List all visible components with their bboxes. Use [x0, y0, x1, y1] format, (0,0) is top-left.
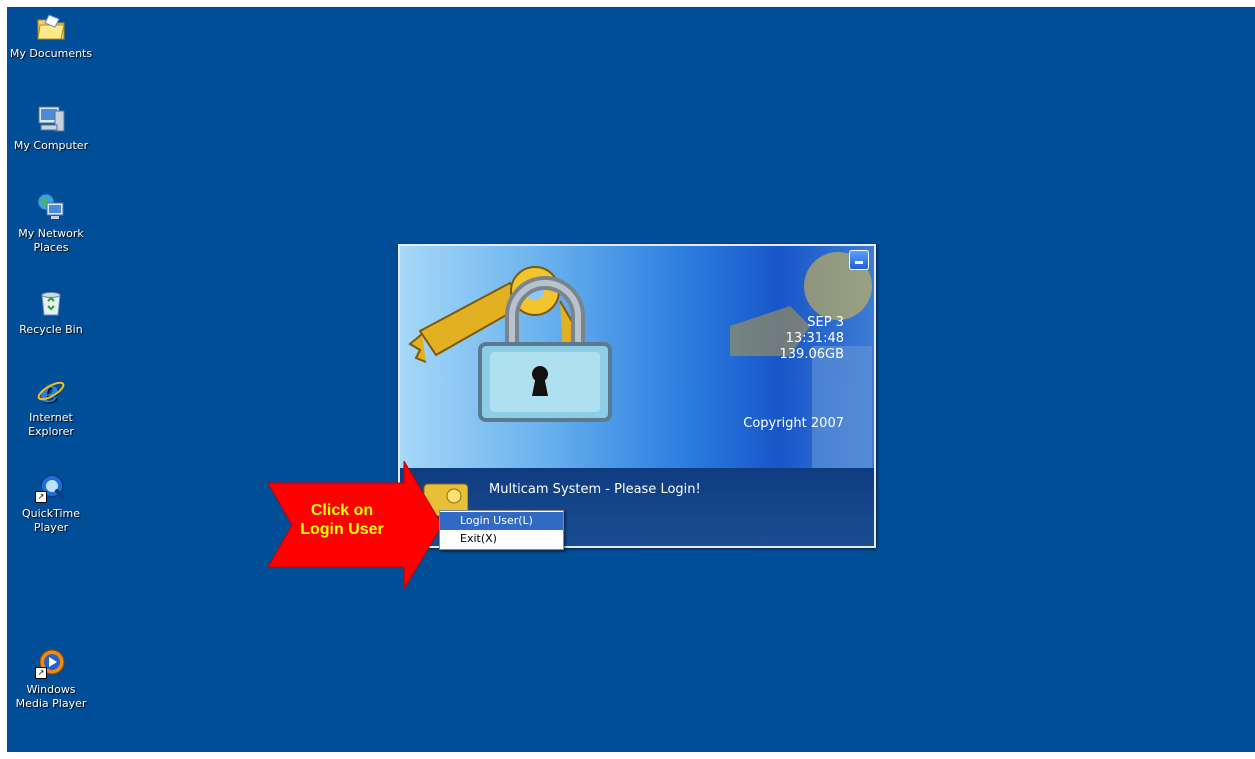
minimize-button[interactable] [849, 250, 869, 270]
desktop-icon-label: Windows Media Player [15, 683, 87, 710]
recycle-bin-icon [35, 287, 67, 319]
desktop-icon-my-network-places[interactable]: My Network Places [9, 191, 93, 255]
desktop-icon-label: My Network Places [18, 227, 84, 254]
disk-space-text: 139.06GB [779, 347, 844, 362]
desktop: My Documents My Computer My Network Plac… [7, 7, 1255, 752]
desktop-icon-recycle-bin[interactable]: Recycle Bin [9, 287, 93, 337]
desktop-icon-label: QuickTime Player [21, 507, 81, 534]
computer-icon [35, 103, 67, 135]
minimize-icon [855, 261, 863, 264]
time-text: 13:31:48 [785, 331, 844, 346]
desktop-icon-label: Internet Explorer [28, 411, 74, 438]
internet-explorer-icon: e [35, 375, 67, 407]
callout-line-1: Click on [310, 502, 374, 519]
desktop-icon-quicktime-player[interactable]: ↗ QuickTime Player [9, 471, 93, 535]
desktop-icon-windows-media-player[interactable]: ↗ Windows Media Player [9, 647, 93, 711]
desktop-icon-label: My Documents [9, 47, 93, 60]
login-window: SEP 3 13:31:48 139.06GB Copyright 2007 M… [398, 244, 876, 548]
desktop-icon-internet-explorer[interactable]: e Internet Explorer [9, 375, 93, 439]
login-banner: SEP 3 13:31:48 139.06GB Copyright 2007 [400, 246, 874, 468]
date-text: SEP 3 [807, 315, 844, 330]
folder-icon [35, 11, 67, 43]
shortcut-arrow-icon: ↗ [35, 667, 47, 679]
media-player-icon: ↗ [35, 647, 67, 679]
desktop-icon-my-computer[interactable]: My Computer [9, 103, 93, 153]
menu-item-login-user[interactable]: Login User(L) [440, 512, 563, 530]
menu-item-exit[interactable]: Exit(X) [440, 530, 563, 548]
shortcut-arrow-icon: ↗ [35, 491, 47, 503]
status-text: Multicam System - Please Login! [489, 482, 701, 497]
callout-text: Click on Login User [264, 501, 420, 539]
network-icon [35, 191, 67, 223]
quicktime-icon: ↗ [35, 471, 67, 503]
callout-line-2: Login User [300, 521, 384, 538]
desktop-icon-label: Recycle Bin [19, 323, 83, 336]
desktop-icon-label: My Computer [13, 139, 89, 152]
desktop-icon-my-documents[interactable]: My Documents [9, 11, 93, 61]
callout-arrow: Click on Login User [264, 461, 444, 589]
context-menu: Login User(L) Exit(X) [439, 510, 564, 550]
copyright-text: Copyright 2007 [743, 416, 844, 431]
